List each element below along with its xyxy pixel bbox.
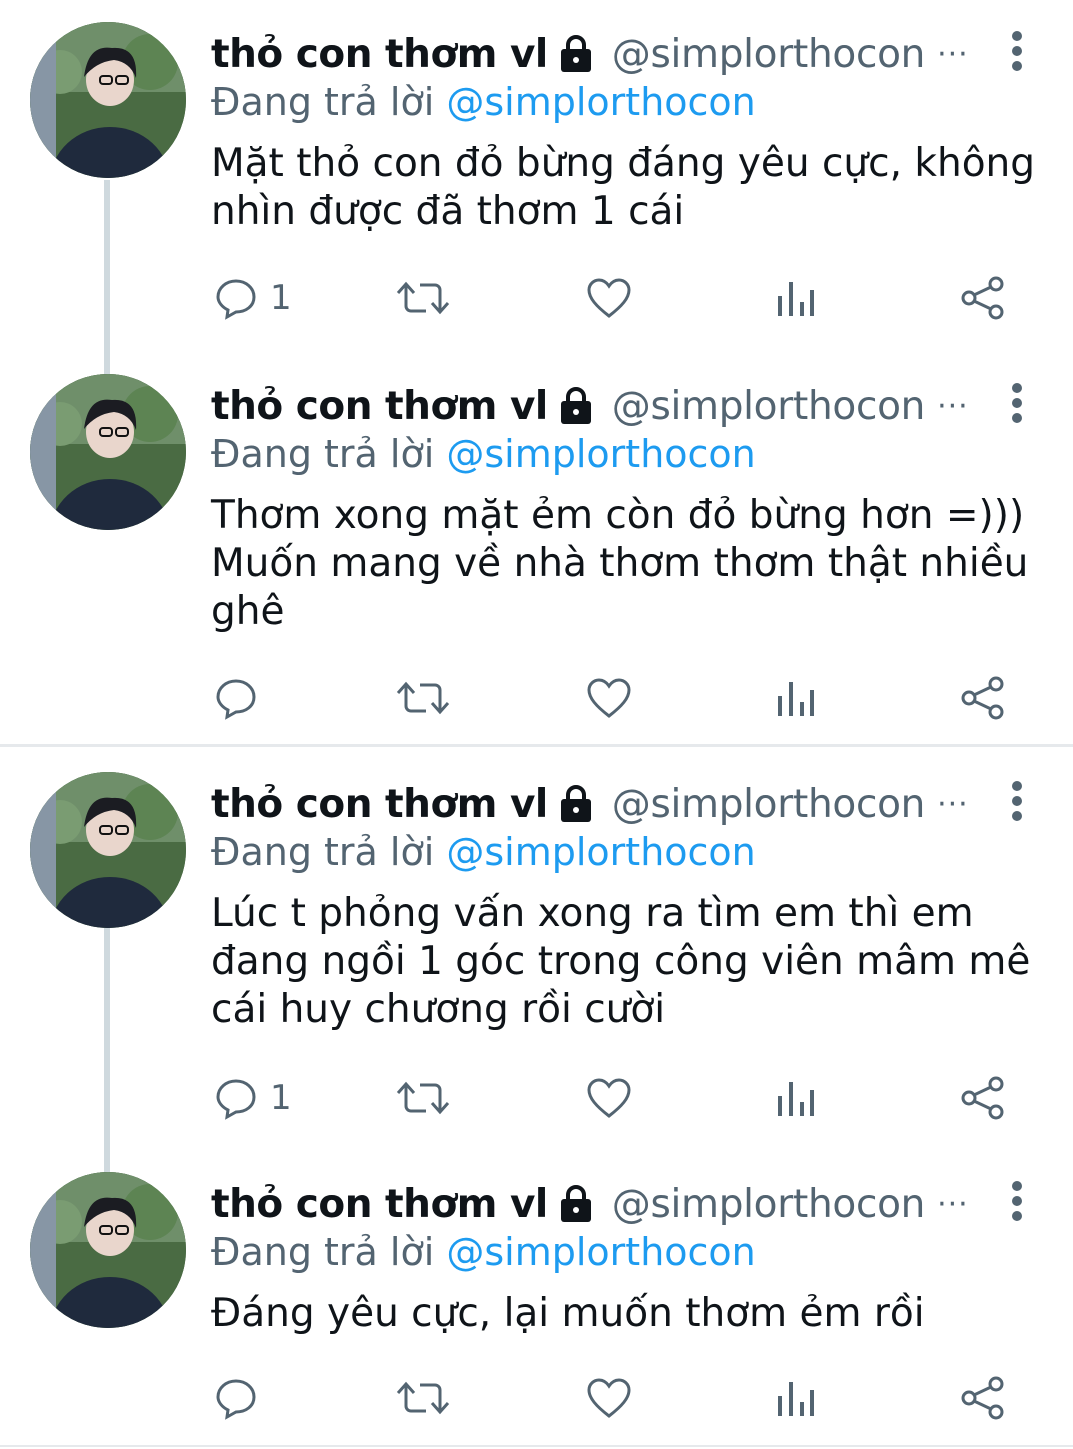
views-button[interactable] bbox=[776, 1068, 816, 1128]
tweet[interactable]: thỏ con thơm vl @simplorthocon ··· Đang … bbox=[0, 352, 1073, 742]
retweet-button[interactable] bbox=[396, 668, 450, 728]
retweet-icon bbox=[396, 1376, 450, 1420]
avatar[interactable] bbox=[30, 1172, 186, 1328]
timestamp-separator: ··· bbox=[937, 786, 969, 822]
reply-button[interactable]: 1 bbox=[214, 268, 292, 328]
replying-to: Đang trả lời @simplorthocon bbox=[211, 432, 756, 476]
share-button[interactable] bbox=[960, 1368, 1006, 1428]
reply-prefix: Đang trả lời bbox=[211, 830, 435, 874]
tweet-text: Lúc t phỏng vấn xong ra tìm em thì em đa… bbox=[211, 891, 1031, 1032]
avatar[interactable] bbox=[30, 772, 186, 928]
timestamp-separator: ··· bbox=[937, 388, 969, 424]
lock-icon bbox=[558, 1184, 594, 1224]
tweet-header: thỏ con thơm vl @simplorthocon ··· bbox=[211, 378, 969, 434]
replying-to: Đang trả lời @simplorthocon bbox=[211, 80, 756, 124]
display-name[interactable]: thỏ con thơm vl bbox=[211, 32, 548, 77]
reply-icon bbox=[214, 676, 258, 720]
share-icon bbox=[960, 276, 1006, 320]
action-bar bbox=[0, 1368, 1073, 1428]
tweet-text: Thơm xong mặt ẻm còn đỏ bừng hơn =))) Mu… bbox=[211, 493, 1029, 634]
reply-mention[interactable]: @simplorthocon bbox=[446, 1230, 755, 1274]
views-icon bbox=[776, 676, 816, 720]
avatar[interactable] bbox=[30, 22, 186, 178]
views-icon bbox=[776, 276, 816, 320]
views-button[interactable] bbox=[776, 268, 816, 328]
more-vertical-icon[interactable] bbox=[1005, 30, 1029, 72]
lock-icon bbox=[558, 34, 594, 74]
reply-mention[interactable]: @simplorthocon bbox=[446, 80, 755, 124]
share-icon bbox=[960, 676, 1006, 720]
avatar[interactable] bbox=[30, 374, 186, 530]
tweet-text: Đáng yêu cực, lại muốn thơm ẻm rồi bbox=[211, 1291, 925, 1336]
handle[interactable]: @simplorthocon bbox=[612, 32, 926, 77]
retweet-button[interactable] bbox=[396, 1368, 450, 1428]
heart-icon bbox=[586, 676, 632, 720]
tweet[interactable]: thỏ con thơm vl @simplorthocon ··· Đang … bbox=[0, 750, 1073, 1170]
tweet-header: thỏ con thơm vl @simplorthocon ··· bbox=[211, 26, 969, 82]
reply-button[interactable] bbox=[214, 1368, 270, 1428]
more-vertical-icon[interactable] bbox=[1005, 382, 1029, 424]
reply-count: 1 bbox=[270, 278, 292, 318]
like-button[interactable] bbox=[586, 268, 632, 328]
reply-prefix: Đang trả lời bbox=[211, 80, 435, 124]
reply-prefix: Đang trả lời bbox=[211, 432, 435, 476]
retweet-button[interactable] bbox=[396, 268, 450, 328]
display-name[interactable]: thỏ con thơm vl bbox=[211, 782, 548, 827]
views-icon bbox=[776, 1076, 816, 1120]
divider bbox=[0, 744, 1073, 747]
tweet[interactable]: thỏ con thơm vl @simplorthocon ··· Đang … bbox=[0, 0, 1073, 370]
lock-icon bbox=[558, 784, 594, 824]
retweet-button[interactable] bbox=[396, 1068, 450, 1128]
share-button[interactable] bbox=[960, 668, 1006, 728]
reply-icon bbox=[214, 276, 258, 320]
action-bar: 1 bbox=[0, 268, 1073, 328]
retweet-icon bbox=[396, 1076, 450, 1120]
views-icon bbox=[776, 1376, 816, 1420]
views-button[interactable] bbox=[776, 1368, 816, 1428]
action-bar: 1 bbox=[0, 1068, 1073, 1128]
reply-mention[interactable]: @simplorthocon bbox=[446, 830, 755, 874]
like-button[interactable] bbox=[586, 1368, 632, 1428]
reply-prefix: Đang trả lời bbox=[211, 1230, 435, 1274]
display-name[interactable]: thỏ con thơm vl bbox=[211, 1182, 548, 1227]
more-vertical-icon[interactable] bbox=[1005, 1180, 1029, 1222]
handle[interactable]: @simplorthocon bbox=[612, 384, 926, 429]
divider bbox=[0, 1445, 1073, 1447]
display-name[interactable]: thỏ con thơm vl bbox=[211, 384, 548, 429]
tweet-header: thỏ con thơm vl @simplorthocon ··· bbox=[211, 1176, 969, 1232]
lock-icon bbox=[558, 386, 594, 426]
more-vertical-icon[interactable] bbox=[1005, 780, 1029, 822]
share-icon bbox=[960, 1076, 1006, 1120]
timestamp-separator: ··· bbox=[937, 36, 969, 72]
reply-icon bbox=[214, 1076, 258, 1120]
heart-icon bbox=[586, 276, 632, 320]
replying-to: Đang trả lời @simplorthocon bbox=[211, 1230, 756, 1274]
tweet[interactable]: thỏ con thơm vl @simplorthocon ··· Đang … bbox=[0, 1150, 1073, 1445]
share-icon bbox=[960, 1376, 1006, 1420]
handle[interactable]: @simplorthocon bbox=[612, 1182, 926, 1227]
retweet-icon bbox=[396, 676, 450, 720]
reply-mention[interactable]: @simplorthocon bbox=[446, 432, 755, 476]
reply-count: 1 bbox=[270, 1078, 292, 1118]
share-button[interactable] bbox=[960, 1068, 1006, 1128]
reply-button[interactable]: 1 bbox=[214, 1068, 292, 1128]
reply-button[interactable] bbox=[214, 668, 270, 728]
reply-icon bbox=[214, 1376, 258, 1420]
replying-to: Đang trả lời @simplorthocon bbox=[211, 830, 756, 874]
like-button[interactable] bbox=[586, 668, 632, 728]
handle[interactable]: @simplorthocon bbox=[612, 782, 926, 827]
timestamp-separator: ··· bbox=[937, 1186, 969, 1222]
tweet-text: Mặt thỏ con đỏ bừng đáng yêu cực, không … bbox=[211, 141, 1036, 234]
heart-icon bbox=[586, 1076, 632, 1120]
action-bar bbox=[0, 668, 1073, 728]
views-button[interactable] bbox=[776, 668, 816, 728]
heart-icon bbox=[586, 1376, 632, 1420]
like-button[interactable] bbox=[586, 1068, 632, 1128]
retweet-icon bbox=[396, 276, 450, 320]
share-button[interactable] bbox=[960, 268, 1006, 328]
tweet-header: thỏ con thơm vl @simplorthocon ··· bbox=[211, 776, 969, 832]
